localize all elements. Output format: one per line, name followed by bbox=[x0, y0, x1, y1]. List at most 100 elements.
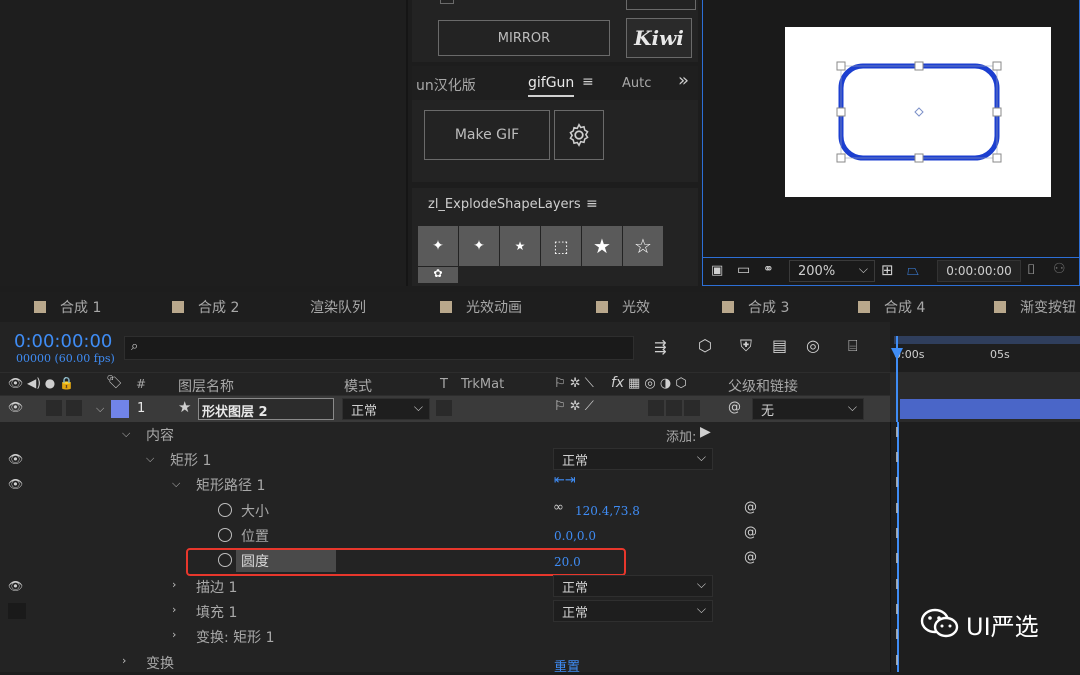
viewer-timecode[interactable]: 0:00:00:00 bbox=[937, 260, 1021, 282]
work-area-bar[interactable] bbox=[894, 336, 1080, 344]
add-play-icon[interactable]: ▶ bbox=[700, 424, 711, 440]
snapshot-icon[interactable]: ▣ bbox=[711, 263, 723, 278]
keyframe-marker[interactable]: I bbox=[895, 603, 899, 618]
more-panels-icon[interactable]: » bbox=[678, 70, 689, 91]
current-time[interactable]: 0:00:00:00 bbox=[14, 331, 112, 352]
mirror-button[interactable]: MIRROR bbox=[438, 20, 610, 56]
tab-auto[interactable]: Autc bbox=[622, 76, 651, 91]
tab-gifgun[interactable]: gifGun bbox=[528, 75, 575, 97]
parent-select[interactable]: 无 ⌵ bbox=[752, 398, 864, 420]
keyframe-marker[interactable]: I bbox=[895, 451, 899, 466]
chevron-down-icon[interactable]: ⌵ bbox=[146, 452, 154, 466]
rounded-rectangle-shape[interactable] bbox=[785, 27, 1051, 197]
mask-toggle-icon[interactable]: ⏢ bbox=[907, 261, 919, 279]
fill-mode-select[interactable]: 正常 ⌵ bbox=[553, 600, 713, 622]
layer-search-input[interactable]: ⌕ bbox=[124, 336, 634, 360]
rect1-row[interactable]: 👁 ⌵ 矩形 1 正常 ⌵ bbox=[0, 447, 890, 472]
tab-comp-3[interactable]: 合成 3 bbox=[722, 292, 789, 322]
trkmat-switch[interactable] bbox=[436, 400, 452, 416]
monitor-icon[interactable]: ▭ bbox=[737, 262, 750, 278]
layer-duration-bar[interactable] bbox=[890, 396, 1080, 422]
stroke-row[interactable]: 👁 › 描边 1 正常 ⌵ bbox=[0, 574, 890, 599]
make-gif-button[interactable]: Make GIF bbox=[424, 110, 550, 160]
menu-icon[interactable]: ≡ bbox=[586, 196, 598, 212]
visibility-eye-icon[interactable]: 👁 bbox=[8, 400, 26, 414]
fill-row[interactable]: › 填充 1 正常 ⌵ bbox=[0, 599, 890, 624]
transform-row[interactable]: › 变换 重置 bbox=[0, 650, 890, 675]
tab-comp-1[interactable]: 合成 1 bbox=[34, 292, 101, 322]
checkbox[interactable] bbox=[440, 0, 454, 4]
keyframe-marker[interactable]: I bbox=[895, 527, 899, 542]
comp-flowchart-icon[interactable]: ⇶ bbox=[654, 338, 667, 356]
bounding-box-button[interactable]: ⬚ bbox=[541, 226, 581, 266]
size-value[interactable]: 120.4,73.8 bbox=[575, 504, 640, 518]
lock-switch[interactable] bbox=[66, 400, 82, 416]
kiwi-logo[interactable]: Kiwi bbox=[626, 18, 692, 58]
expression-pickwhip-icon[interactable]: @ bbox=[744, 550, 757, 565]
vr-icon[interactable]: ⚭ bbox=[763, 262, 774, 277]
add-label[interactable]: 添加: bbox=[666, 426, 696, 445]
stopwatch-icon[interactable] bbox=[218, 503, 232, 517]
keyframe-marker[interactable]: I bbox=[895, 628, 899, 643]
tab-render-queue[interactable]: 渲染队列 bbox=[310, 292, 366, 322]
chevron-down-icon[interactable]: ⌵ bbox=[172, 477, 180, 491]
motion-blur-icon[interactable]: ◎ bbox=[806, 336, 820, 355]
expression-pickwhip-icon[interactable]: @ bbox=[744, 525, 757, 540]
camera-icon[interactable]: ⌷ bbox=[1027, 262, 1035, 278]
col-layer-name[interactable]: 图层名称 bbox=[178, 376, 234, 396]
draft-3d-icon[interactable]: ⬡ bbox=[698, 336, 712, 355]
tab-light[interactable]: 光效 bbox=[596, 292, 650, 322]
position-row[interactable]: 位置 0.0,0.0 @ bbox=[0, 523, 890, 548]
star-filled-button[interactable]: ★ bbox=[582, 226, 622, 266]
keyframe-marker[interactable]: I bbox=[895, 654, 899, 669]
expand-chevron-down-icon[interactable]: ⌵ bbox=[96, 402, 104, 416]
rect-path-row[interactable]: 👁 ⌵ 矩形路径 1 ⇤⇥ bbox=[0, 472, 890, 497]
visibility-eye-icon[interactable]: 👁 bbox=[8, 452, 26, 466]
time-ruler[interactable]: 0:00s 05s bbox=[890, 322, 1080, 376]
switch-box[interactable] bbox=[666, 400, 682, 416]
size-row[interactable]: 大小 ∞ 120.4,73.8 @ bbox=[0, 498, 890, 523]
visibility-switch-off[interactable] bbox=[8, 603, 26, 619]
gifgun-settings-button[interactable] bbox=[554, 110, 604, 160]
top-button[interactable] bbox=[626, 0, 696, 10]
layer-switch-icons[interactable]: ⚐ ✲ ⟋ bbox=[554, 399, 594, 414]
star-outline-button[interactable]: ☆ bbox=[623, 226, 663, 266]
visibility-eye-icon[interactable]: 👁 bbox=[8, 579, 26, 593]
keyframe-marker[interactable]: I bbox=[895, 426, 899, 441]
tab-comp-4[interactable]: 合成 4 bbox=[858, 292, 925, 322]
implode-star-button[interactable]: ✦ bbox=[459, 226, 499, 266]
visibility-eye-icon[interactable]: 👁 bbox=[8, 477, 26, 491]
keyframe-marker[interactable]: I bbox=[895, 552, 899, 567]
keyframe-marker[interactable]: I bbox=[895, 502, 899, 517]
layer-row[interactable]: 👁 ⌵ 1 ★ 形状图层 2 正常 ⌵ ⚐ ✲ ⟋ @ 无 ⌵ bbox=[0, 396, 890, 422]
stopwatch-icon[interactable] bbox=[218, 528, 232, 542]
switch-box[interactable] bbox=[648, 400, 664, 416]
comp-canvas[interactable] bbox=[785, 27, 1051, 197]
tab-gradient-button[interactable]: 渐变按钮 bbox=[994, 292, 1076, 322]
explode-extra-button[interactable]: ✿ bbox=[418, 267, 458, 283]
explode-star-button[interactable]: ✦ bbox=[418, 226, 458, 266]
stroke-mode-select[interactable]: 正常 ⌵ bbox=[553, 575, 713, 597]
contents-row[interactable]: ⌵ 内容 添加: ▶ bbox=[0, 422, 890, 447]
expression-pickwhip-icon[interactable]: @ bbox=[744, 500, 757, 515]
show-snapshot-icon[interactable]: ⚇ bbox=[1053, 261, 1066, 277]
chevron-right-icon[interactable]: › bbox=[172, 628, 176, 641]
tab-light-anim[interactable]: 光效动画 bbox=[440, 292, 522, 322]
graph-editor-icon[interactable]: ⌸ bbox=[848, 336, 858, 356]
chevron-right-icon[interactable]: › bbox=[122, 654, 126, 667]
transform-rect-row[interactable]: › 变换: 矩形 1 bbox=[0, 624, 890, 649]
layer-name-field[interactable]: 形状图层 2 bbox=[198, 398, 334, 420]
chevron-right-icon[interactable]: › bbox=[172, 603, 176, 616]
audio-switch[interactable] bbox=[46, 400, 62, 416]
grid-icon[interactable]: ⊞ bbox=[881, 261, 894, 279]
rect1-mode-select[interactable]: 正常 ⌵ bbox=[553, 448, 713, 470]
path-direction-icon[interactable]: ⇤⇥ bbox=[554, 473, 576, 488]
menu-icon[interactable]: ≡ bbox=[582, 74, 594, 90]
tab-hanhua[interactable]: un汉化版 bbox=[416, 75, 476, 95]
shy-layers-icon[interactable]: ⛨ bbox=[740, 336, 752, 356]
keyframe-marker[interactable]: I bbox=[895, 578, 899, 593]
switch-box[interactable] bbox=[684, 400, 700, 416]
keyframe-marker[interactable]: I bbox=[895, 476, 899, 491]
chevron-down-icon[interactable]: ⌵ bbox=[122, 427, 130, 441]
frame-blending-icon[interactable]: ▤ bbox=[772, 336, 787, 355]
